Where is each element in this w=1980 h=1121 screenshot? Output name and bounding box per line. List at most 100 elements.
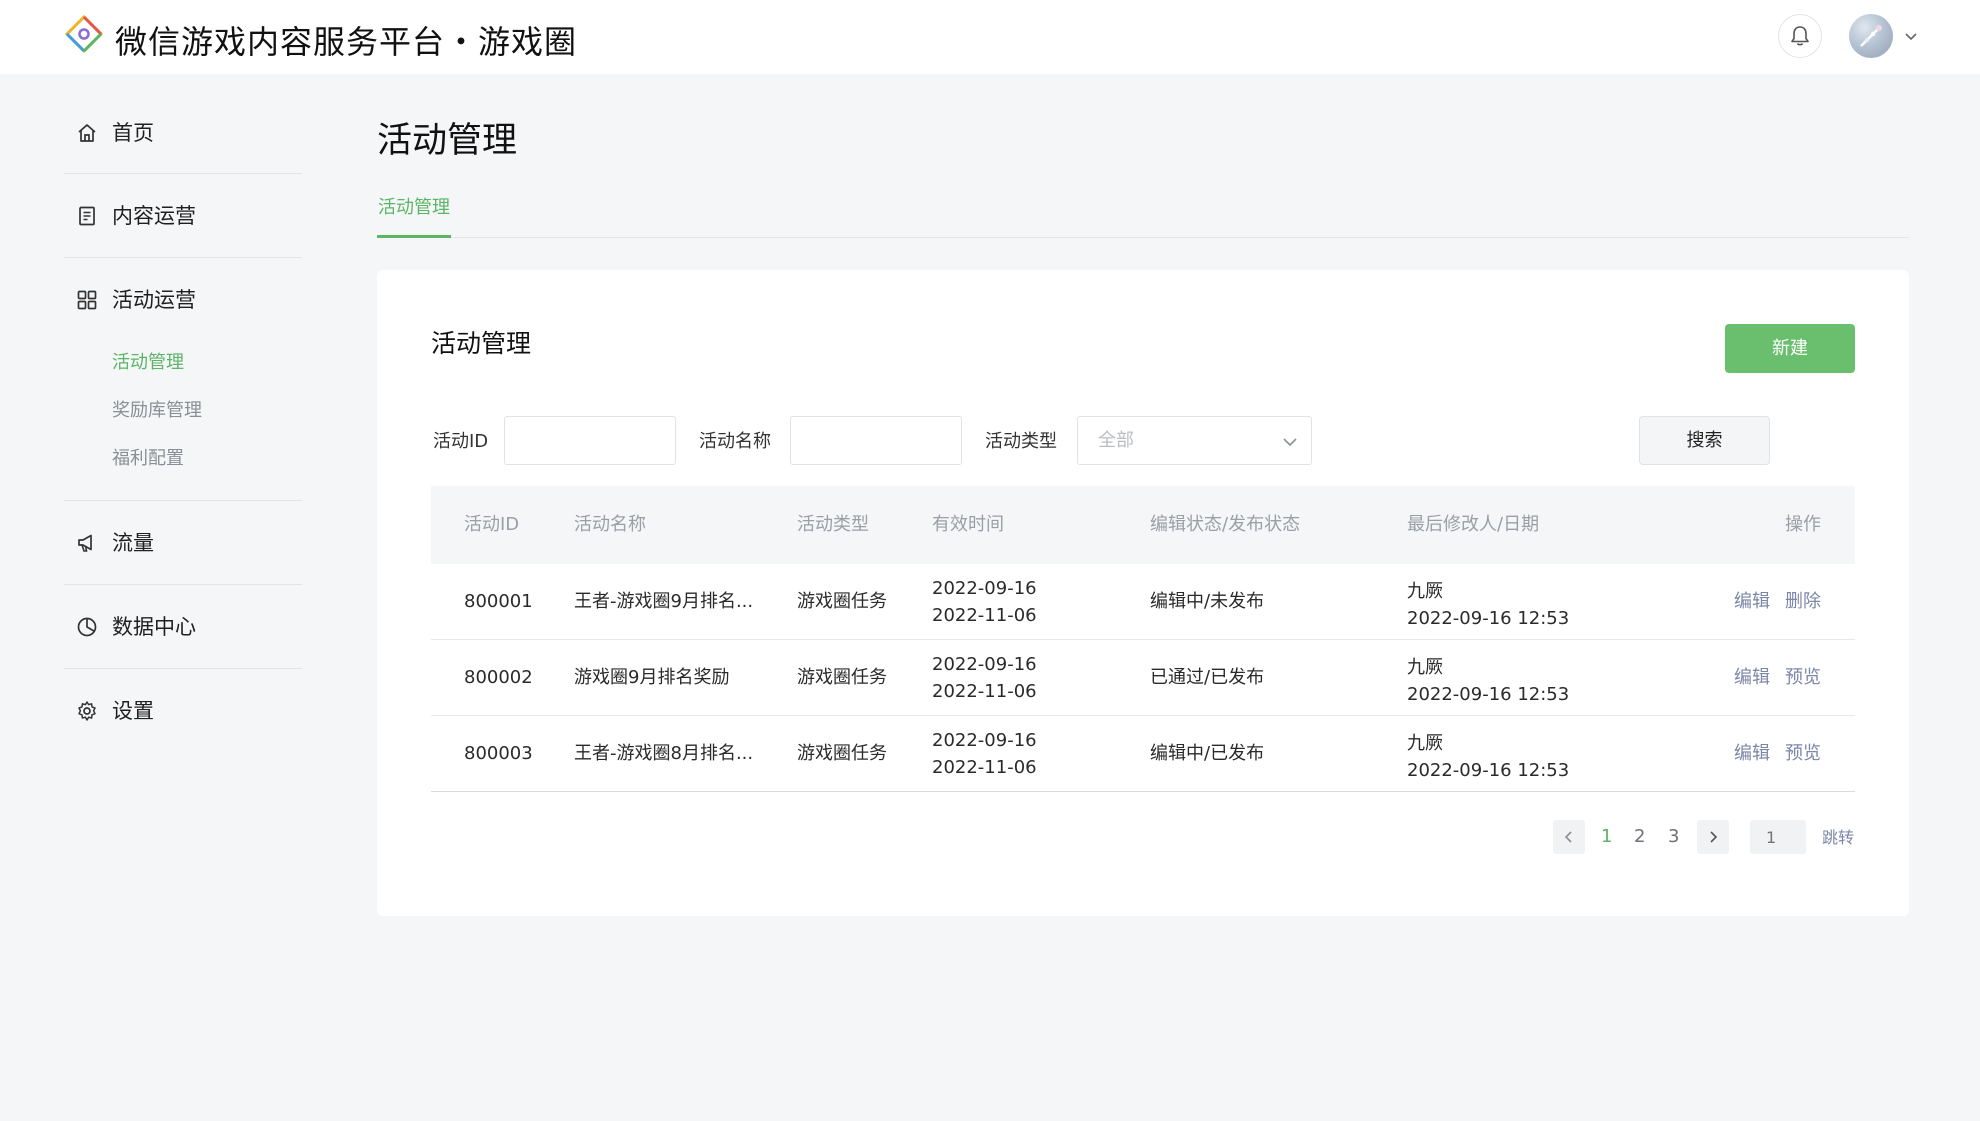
activity-id-label: 活动ID (433, 431, 489, 452)
notification-button[interactable] (1778, 14, 1822, 58)
table-row: 800002 游戏圈9月排名奖励 游戏圈任务 2022-09-16 2022-1… (431, 640, 1855, 716)
sidebar-subitem-reward-library[interactable]: 奖励库管理 (64, 384, 302, 438)
activity-type-label: 活动类型 (985, 431, 1057, 452)
megaphone-icon (78, 534, 92, 552)
sidebar-item-data-center[interactable]: 数据中心 (64, 585, 302, 669)
cell-type: 游戏圈任务 (797, 591, 887, 612)
sidebar-item-activity[interactable]: 活动运营 (64, 258, 302, 342)
column-header: 编辑状态/发布状态 (1150, 514, 1301, 535)
sidebar-item-label: 流量 (112, 531, 154, 555)
edit-link[interactable]: 编辑 (1734, 740, 1770, 767)
column-header: 活动名称 (574, 514, 646, 535)
chevron-right-icon (1710, 831, 1718, 843)
cell-id: 800003 (464, 743, 533, 764)
sidebar-item-label: 内容运营 (112, 204, 196, 228)
sidebar-item-settings[interactable]: 设置 (64, 669, 302, 753)
jump-page-input[interactable] (1750, 820, 1806, 854)
sidebar-group-activity: 活动运营 活动管理 奖励库管理 福利配置 (64, 258, 302, 501)
cell-modifier: 九厥 2022-09-16 12:53 (1407, 730, 1569, 784)
column-header: 最后修改人/日期 (1407, 514, 1540, 535)
activity-id-input[interactable] (504, 416, 676, 465)
gear-icon (78, 701, 96, 721)
sidebar-item-home[interactable]: 首页 (64, 100, 302, 174)
chevron-left-icon (1564, 831, 1572, 843)
tab-activity-management[interactable]: 活动管理 (377, 192, 451, 238)
chevron-down-icon[interactable] (1903, 28, 1919, 44)
jump-button[interactable]: 跳转 (1822, 825, 1854, 851)
pie-chart-icon (77, 617, 97, 637)
search-button[interactable]: 搜索 (1639, 416, 1770, 465)
cell-id: 800002 (464, 667, 533, 688)
app-title: 微信游戏内容服务平台・游戏圈 (115, 23, 578, 61)
table-row: 800003 王者-游戏圈8月排名... 游戏圈任务 2022-09-16 20… (431, 716, 1855, 792)
cell-name: 游戏圈9月排名奖励 (574, 667, 730, 688)
start-date: 2022-09-16 (932, 654, 1037, 675)
cell-valid-time: 2022-09-16 2022-11-06 (932, 727, 1037, 781)
prev-page-button[interactable] (1553, 820, 1585, 854)
select-value: 全部 (1098, 430, 1134, 451)
end-date: 2022-11-06 (932, 605, 1037, 626)
sidebar-item-traffic[interactable]: 流量 (64, 501, 302, 585)
document-icon (79, 206, 95, 226)
modified-date: 2022-09-16 12:53 (1407, 760, 1570, 781)
cell-status: 已通过/已发布 (1150, 667, 1265, 688)
sidebar-subitem-welfare-config[interactable]: 福利配置 (64, 432, 302, 486)
page-title: 活动管理 (377, 121, 518, 161)
start-date: 2022-09-16 (932, 578, 1037, 599)
modified-date: 2022-09-16 12:53 (1407, 608, 1570, 629)
modified-date: 2022-09-16 12:53 (1407, 684, 1570, 705)
activity-name-label: 活动名称 (699, 431, 771, 452)
top-bar: 微信游戏内容服务平台・游戏圈 (0, 0, 1980, 74)
cell-status: 编辑中/已发布 (1150, 743, 1265, 764)
modifier-name: 九厥 (1407, 733, 1443, 754)
cell-valid-time: 2022-09-16 2022-11-06 (932, 575, 1037, 629)
activity-name-input[interactable] (790, 416, 962, 465)
cell-status: 编辑中/未发布 (1150, 591, 1265, 612)
chevron-down-icon (1283, 438, 1297, 447)
table-row: 800001 王者-游戏圈9月排名... 游戏圈任务 2022-09-16 20… (431, 564, 1855, 640)
activity-table: 活动ID 活动名称 活动类型 有效时间 编辑状态/发布状态 最后修改人/日期 操… (431, 486, 1855, 792)
sidebar-item-label: 首页 (112, 121, 154, 145)
edit-link[interactable]: 编辑 (1734, 664, 1770, 691)
avatar[interactable] (1849, 14, 1893, 58)
cell-type: 游戏圈任务 (797, 743, 887, 764)
cell-name: 王者-游戏圈9月排名... (574, 591, 754, 612)
column-header: 操作 (1785, 514, 1821, 535)
column-header: 有效时间 (932, 514, 1004, 535)
preview-link[interactable]: 预览 (1785, 664, 1821, 691)
new-button[interactable]: 新建 (1725, 324, 1855, 373)
tab-bar: 活动管理 (377, 192, 1909, 238)
start-date: 2022-09-16 (932, 730, 1037, 751)
sidebar-subitem-activity-management[interactable]: 活动管理 (64, 336, 302, 390)
cell-type: 游戏圈任务 (797, 667, 887, 688)
cell-id: 800001 (464, 591, 533, 612)
next-page-button[interactable] (1697, 820, 1729, 854)
edit-link[interactable]: 编辑 (1734, 588, 1770, 615)
home-icon (78, 124, 96, 142)
bell-icon (1791, 26, 1809, 46)
delete-link[interactable]: 删除 (1785, 588, 1821, 615)
page-number[interactable]: 1 (1601, 823, 1612, 851)
cell-valid-time: 2022-09-16 2022-11-06 (932, 651, 1037, 705)
preview-link[interactable]: 预览 (1785, 740, 1821, 767)
modifier-name: 九厥 (1407, 581, 1443, 602)
page-number[interactable]: 3 (1668, 823, 1679, 851)
sidebar-item-label: 数据中心 (112, 615, 196, 639)
sidebar-item-label: 设置 (112, 699, 154, 723)
sidebar: 首页 内容运营 活动运营 活动管理 奖励库管理 福利配置 流量 数据中心 设置 (64, 100, 302, 753)
end-date: 2022-11-06 (932, 757, 1037, 778)
cell-modifier: 九厥 2022-09-16 12:53 (1407, 654, 1569, 708)
sidebar-item-content[interactable]: 内容运营 (64, 174, 302, 258)
end-date: 2022-11-06 (932, 681, 1037, 702)
modifier-name: 九厥 (1407, 657, 1443, 678)
sidebar-item-label: 活动运营 (112, 288, 196, 312)
grid-icon (77, 290, 97, 310)
page-number[interactable]: 2 (1634, 823, 1645, 851)
cell-modifier: 九厥 2022-09-16 12:53 (1407, 578, 1569, 632)
table-header: 活动ID 活动名称 活动类型 有效时间 编辑状态/发布状态 最后修改人/日期 操… (431, 486, 1855, 564)
activity-type-select[interactable]: 全部 (1077, 416, 1312, 465)
cell-name: 王者-游戏圈8月排名... (574, 743, 754, 764)
activity-card: 活动管理 新建 活动ID 活动名称 活动类型 全部 搜索 活动ID 活动名称 活… (377, 270, 1909, 916)
column-header: 活动ID (464, 514, 520, 535)
card-title: 活动管理 (431, 329, 532, 358)
